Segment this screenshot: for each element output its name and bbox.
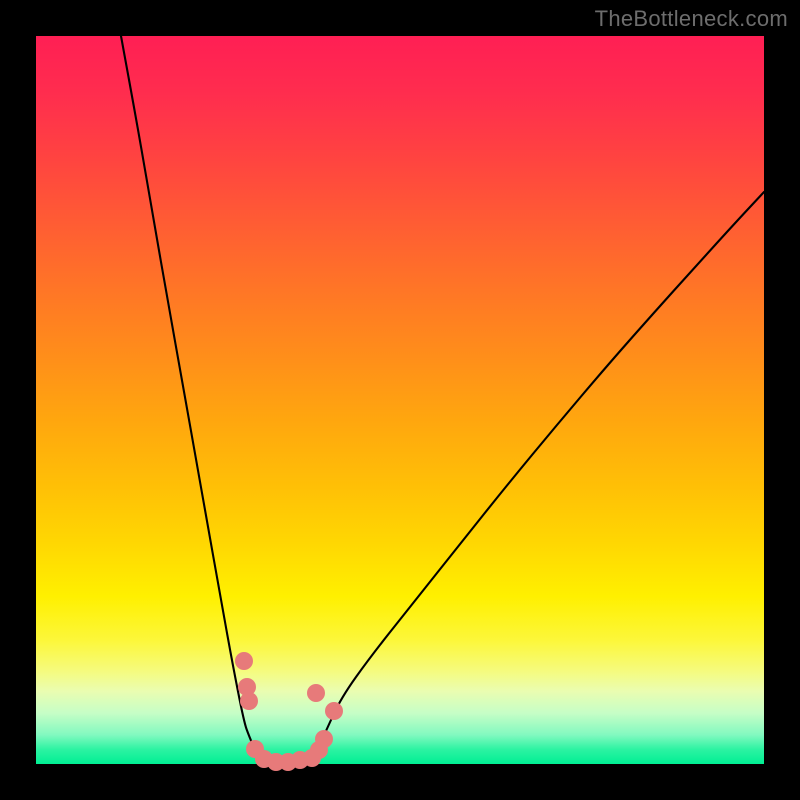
data-marker bbox=[315, 730, 333, 748]
right-curve bbox=[314, 192, 764, 757]
markers-group bbox=[235, 652, 343, 771]
left-curve bbox=[121, 36, 258, 757]
plot-area bbox=[36, 36, 764, 764]
data-marker bbox=[307, 684, 325, 702]
data-marker bbox=[325, 702, 343, 720]
chart-svg bbox=[36, 36, 764, 764]
data-marker bbox=[240, 692, 258, 710]
chart-container: TheBottleneck.com bbox=[0, 0, 800, 800]
curves-group bbox=[121, 36, 764, 762]
watermark-text: TheBottleneck.com bbox=[595, 6, 788, 32]
data-marker bbox=[235, 652, 253, 670]
